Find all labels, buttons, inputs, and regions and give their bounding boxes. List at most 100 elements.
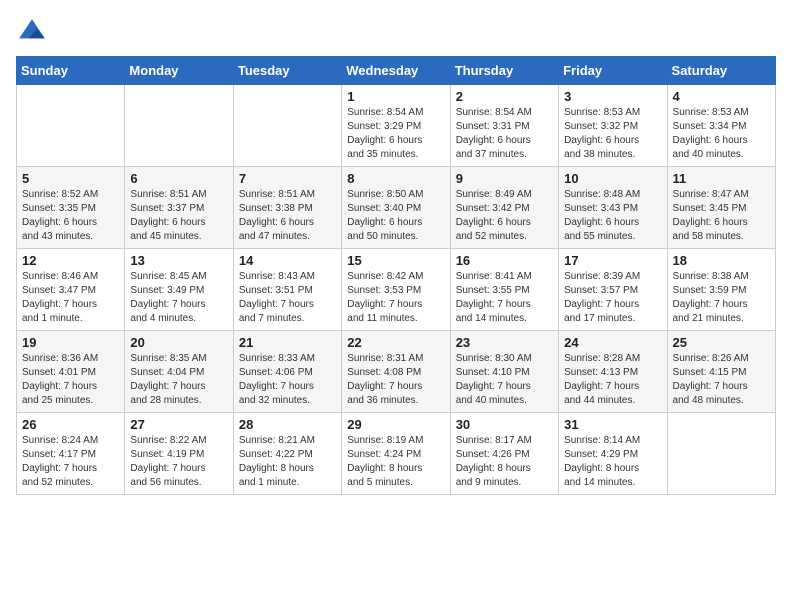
day-number: 30 — [456, 417, 553, 432]
day-info: Sunrise: 8:48 AM Sunset: 3:43 PM Dayligh… — [564, 188, 661, 244]
day-info: Sunrise: 8:19 AM Sunset: 4:24 PM Dayligh… — [347, 434, 444, 490]
week-row-2: 5Sunrise: 8:52 AM Sunset: 3:35 PM Daylig… — [17, 167, 776, 249]
day-info: Sunrise: 8:54 AM Sunset: 3:31 PM Dayligh… — [456, 106, 553, 162]
day-number: 23 — [456, 335, 553, 350]
day-cell — [667, 413, 775, 495]
day-info: Sunrise: 8:47 AM Sunset: 3:45 PM Dayligh… — [673, 188, 770, 244]
day-cell: 7Sunrise: 8:51 AM Sunset: 3:38 PM Daylig… — [233, 167, 341, 249]
day-cell: 1Sunrise: 8:54 AM Sunset: 3:29 PM Daylig… — [342, 85, 450, 167]
day-number: 9 — [456, 171, 553, 186]
day-cell: 22 Sunrise: 8:31 AM Sunset: 4:08 PM Dayli… — [342, 331, 450, 413]
day-number: 13 — [130, 253, 227, 268]
week-row-1: 1Sunrise: 8:54 AM Sunset: 3:29 PM Daylig… — [17, 85, 776, 167]
day-cell: 6 Sunrise: 8:51 AM Sunset: 3:37 PM Daylig… — [125, 167, 233, 249]
calendar-table: SundayMondayTuesdayWednesdayThursdayFrid… — [16, 56, 776, 495]
header-cell-sunday: Sunday — [17, 57, 125, 85]
day-cell — [125, 85, 233, 167]
day-number: 12 — [22, 253, 119, 268]
day-number: 15 — [347, 253, 444, 268]
day-number: 2 — [456, 89, 553, 104]
day-number: 25 — [673, 335, 770, 350]
header-row: SundayMondayTuesdayWednesdayThursdayFrid… — [17, 57, 776, 85]
day-info: Sunrise: 8:53 AM Sunset: 3:34 PM Dayligh… — [673, 106, 770, 162]
day-info: Sunrise: 8:49 AM Sunset: 3:42 PM Dayligh… — [456, 188, 553, 244]
day-info: Sunrise: 8:22 AM Sunset: 4:19 PM Dayligh… — [130, 434, 227, 490]
day-number: 22 — [347, 335, 444, 350]
day-cell: 3 Sunrise: 8:53 AM Sunset: 3:32 PM Daylig… — [559, 85, 667, 167]
day-cell: 13 Sunrise: 8:45 AM Sunset: 3:49 PM Dayli… — [125, 249, 233, 331]
day-cell: 11Sunrise: 8:47 AM Sunset: 3:45 PM Dayli… — [667, 167, 775, 249]
day-cell — [233, 85, 341, 167]
header-cell-monday: Monday — [125, 57, 233, 85]
day-number: 3 — [564, 89, 661, 104]
day-number: 10 — [564, 171, 661, 186]
day-cell: 20 Sunrise: 8:35 AM Sunset: 4:04 PM Dayli… — [125, 331, 233, 413]
week-row-3: 12 Sunrise: 8:46 AM Sunset: 3:47 PM Dayli… — [17, 249, 776, 331]
day-number: 19 — [22, 335, 119, 350]
day-cell: 30 Sunrise: 8:17 AM Sunset: 4:26 PM Dayli… — [450, 413, 558, 495]
day-number: 26 — [22, 417, 119, 432]
day-cell: 2 Sunrise: 8:54 AM Sunset: 3:31 PM Daylig… — [450, 85, 558, 167]
day-cell: 28 Sunrise: 8:21 AM Sunset: 4:22 PM Dayli… — [233, 413, 341, 495]
day-cell: 17 Sunrise: 8:39 AM Sunset: 3:57 PM Dayli… — [559, 249, 667, 331]
day-cell: 24 Sunrise: 8:28 AM Sunset: 4:13 PM Dayli… — [559, 331, 667, 413]
day-cell: 25 Sunrise: 8:26 AM Sunset: 4:15 PM Dayli… — [667, 331, 775, 413]
day-cell: 29 Sunrise: 8:19 AM Sunset: 4:24 PM Dayli… — [342, 413, 450, 495]
day-info: Sunrise: 8:38 AM Sunset: 3:59 PM Dayligh… — [673, 270, 770, 326]
day-cell: 4 Sunrise: 8:53 AM Sunset: 3:34 PM Daylig… — [667, 85, 775, 167]
day-info: Sunrise: 8:45 AM Sunset: 3:49 PM Dayligh… — [130, 270, 227, 326]
day-cell: 14Sunrise: 8:43 AM Sunset: 3:51 PM Dayli… — [233, 249, 341, 331]
day-number: 18 — [673, 253, 770, 268]
day-info: Sunrise: 8:21 AM Sunset: 4:22 PM Dayligh… — [239, 434, 336, 490]
day-number: 1 — [347, 89, 444, 104]
calendar-body: 1Sunrise: 8:54 AM Sunset: 3:29 PM Daylig… — [17, 85, 776, 495]
day-number: 28 — [239, 417, 336, 432]
week-row-5: 26 Sunrise: 8:24 AM Sunset: 4:17 PM Dayli… — [17, 413, 776, 495]
day-number: 21 — [239, 335, 336, 350]
header-cell-wednesday: Wednesday — [342, 57, 450, 85]
day-cell: 21Sunrise: 8:33 AM Sunset: 4:06 PM Dayli… — [233, 331, 341, 413]
day-cell: 23 Sunrise: 8:30 AM Sunset: 4:10 PM Dayli… — [450, 331, 558, 413]
day-info: Sunrise: 8:26 AM Sunset: 4:15 PM Dayligh… — [673, 352, 770, 408]
day-cell: 16 Sunrise: 8:41 AM Sunset: 3:55 PM Dayli… — [450, 249, 558, 331]
day-number: 29 — [347, 417, 444, 432]
day-info: Sunrise: 8:35 AM Sunset: 4:04 PM Dayligh… — [130, 352, 227, 408]
day-cell: 18 Sunrise: 8:38 AM Sunset: 3:59 PM Dayli… — [667, 249, 775, 331]
day-cell: 26 Sunrise: 8:24 AM Sunset: 4:17 PM Dayli… — [17, 413, 125, 495]
day-number: 4 — [673, 89, 770, 104]
header-cell-saturday: Saturday — [667, 57, 775, 85]
day-info: Sunrise: 8:28 AM Sunset: 4:13 PM Dayligh… — [564, 352, 661, 408]
day-info: Sunrise: 8:53 AM Sunset: 3:32 PM Dayligh… — [564, 106, 661, 162]
day-info: Sunrise: 8:30 AM Sunset: 4:10 PM Dayligh… — [456, 352, 553, 408]
day-number: 16 — [456, 253, 553, 268]
calendar-header: SundayMondayTuesdayWednesdayThursdayFrid… — [17, 57, 776, 85]
day-info: Sunrise: 8:36 AM Sunset: 4:01 PM Dayligh… — [22, 352, 119, 408]
day-info: Sunrise: 8:41 AM Sunset: 3:55 PM Dayligh… — [456, 270, 553, 326]
day-info: Sunrise: 8:43 AM Sunset: 3:51 PM Dayligh… — [239, 270, 336, 326]
day-info: Sunrise: 8:39 AM Sunset: 3:57 PM Dayligh… — [564, 270, 661, 326]
day-cell: 5Sunrise: 8:52 AM Sunset: 3:35 PM Daylig… — [17, 167, 125, 249]
day-number: 8 — [347, 171, 444, 186]
header-cell-thursday: Thursday — [450, 57, 558, 85]
day-number: 6 — [130, 171, 227, 186]
day-info: Sunrise: 8:31 AM Sunset: 4:08 PM Dayligh… — [347, 352, 444, 408]
logo — [16, 16, 52, 48]
day-info: Sunrise: 8:50 AM Sunset: 3:40 PM Dayligh… — [347, 188, 444, 244]
day-info: Sunrise: 8:46 AM Sunset: 3:47 PM Dayligh… — [22, 270, 119, 326]
day-info: Sunrise: 8:51 AM Sunset: 3:37 PM Dayligh… — [130, 188, 227, 244]
day-cell — [17, 85, 125, 167]
day-number: 5 — [22, 171, 119, 186]
day-number: 20 — [130, 335, 227, 350]
day-cell: 19 Sunrise: 8:36 AM Sunset: 4:01 PM Dayli… — [17, 331, 125, 413]
day-cell: 10 Sunrise: 8:48 AM Sunset: 3:43 PM Dayli… — [559, 167, 667, 249]
day-number: 7 — [239, 171, 336, 186]
header-cell-friday: Friday — [559, 57, 667, 85]
day-cell: 15Sunrise: 8:42 AM Sunset: 3:53 PM Dayli… — [342, 249, 450, 331]
day-number: 17 — [564, 253, 661, 268]
day-info: Sunrise: 8:24 AM Sunset: 4:17 PM Dayligh… — [22, 434, 119, 490]
day-info: Sunrise: 8:17 AM Sunset: 4:26 PM Dayligh… — [456, 434, 553, 490]
day-cell: 12 Sunrise: 8:46 AM Sunset: 3:47 PM Dayli… — [17, 249, 125, 331]
day-cell: 27 Sunrise: 8:22 AM Sunset: 4:19 PM Dayli… — [125, 413, 233, 495]
day-number: 27 — [130, 417, 227, 432]
day-number: 24 — [564, 335, 661, 350]
